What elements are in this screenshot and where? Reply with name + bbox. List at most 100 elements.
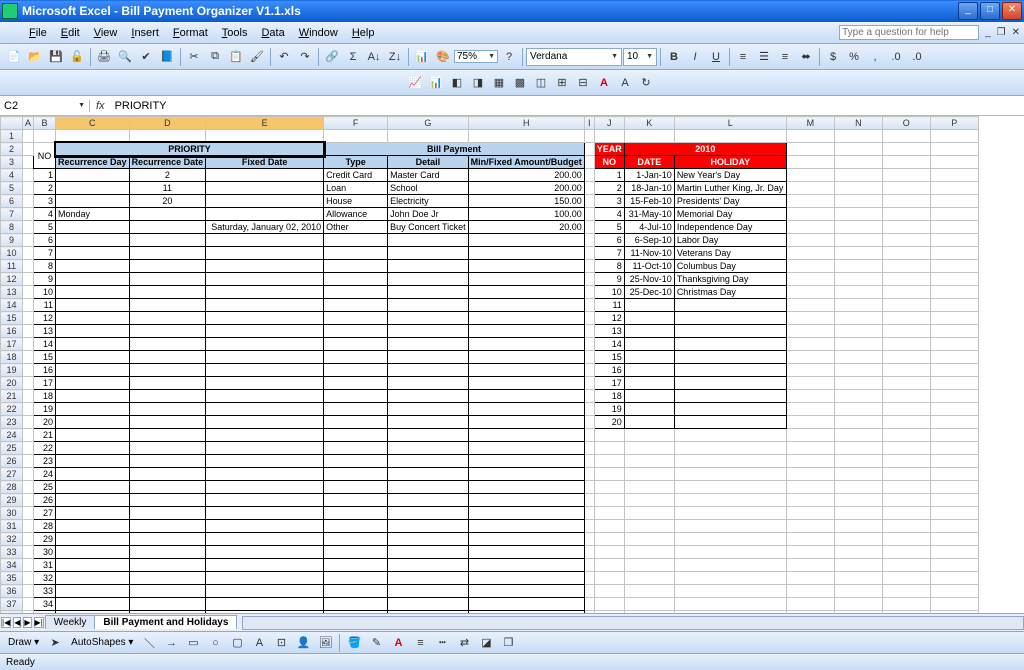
cell-r20-c9[interactable]: 17: [594, 377, 624, 390]
cell-r1-c5[interactable]: [324, 130, 388, 143]
cell-r1-c9[interactable]: [594, 130, 624, 143]
row-header-27[interactable]: 27: [1, 468, 23, 481]
cell-r27-c15[interactable]: [930, 468, 978, 481]
arrow-icon[interactable]: →: [161, 633, 181, 653]
cell-r22-c12[interactable]: [786, 403, 834, 416]
cell-r3-c8[interactable]: [584, 156, 594, 169]
row-header-1[interactable]: 1: [1, 130, 23, 143]
cell-r23-c12[interactable]: [786, 416, 834, 429]
cell-r21-c3[interactable]: [129, 390, 206, 403]
cell-r12-c2[interactable]: [56, 273, 130, 286]
cell-r17-c1[interactable]: 14: [34, 338, 56, 351]
cell-r22-c4[interactable]: [206, 403, 324, 416]
cell-r14-c13[interactable]: [834, 299, 882, 312]
cell-r38-c4[interactable]: [206, 611, 324, 614]
cell-r11-c13[interactable]: [834, 260, 882, 273]
cell-r14-c8[interactable]: [584, 299, 594, 312]
cell-r1-c11[interactable]: [674, 130, 786, 143]
cell-r33-c3[interactable]: [129, 546, 206, 559]
row-header-7[interactable]: 7: [1, 208, 23, 221]
cell-r4-c4[interactable]: [206, 169, 324, 182]
cell-r18-c8[interactable]: [584, 351, 594, 364]
cell-r2-c1[interactable]: NO: [34, 143, 56, 169]
cell-r16-c3[interactable]: [129, 325, 206, 338]
cell-r32-c1[interactable]: 29: [34, 533, 56, 546]
cell-r1-c4[interactable]: [206, 130, 324, 143]
cell-r20-c12[interactable]: [786, 377, 834, 390]
cell-r8-c3[interactable]: [129, 221, 206, 234]
cell-r4-c0[interactable]: [23, 169, 34, 182]
cell-r20-c5[interactable]: [324, 377, 388, 390]
cell-r34-c5[interactable]: [324, 559, 388, 572]
cell-r5-c0[interactable]: [23, 182, 34, 195]
shape4-icon[interactable]: ▩: [510, 73, 530, 93]
cell-r18-c14[interactable]: [882, 351, 930, 364]
cell-r23-c4[interactable]: [206, 416, 324, 429]
cell-r31-c2[interactable]: [56, 520, 130, 533]
cell-r34-c8[interactable]: [584, 559, 594, 572]
cell-r3-c10[interactable]: DATE: [624, 156, 674, 169]
help-search[interactable]: [839, 25, 979, 40]
cell-r7-c13[interactable]: [834, 208, 882, 221]
cell-r7-c15[interactable]: [930, 208, 978, 221]
cell-r17-c4[interactable]: [206, 338, 324, 351]
cell-r21-c10[interactable]: [624, 390, 674, 403]
menu-file[interactable]: File: [22, 25, 54, 41]
cell-r19-c1[interactable]: 16: [34, 364, 56, 377]
clipart-icon[interactable]: 👤: [293, 633, 313, 653]
cell-r8-c15[interactable]: [930, 221, 978, 234]
cell-r22-c10[interactable]: [624, 403, 674, 416]
font-color-icon[interactable]: A: [388, 633, 408, 653]
cell-r10-c8[interactable]: [584, 247, 594, 260]
cell-r16-c1[interactable]: 13: [34, 325, 56, 338]
cell-r10-c9[interactable]: 7: [594, 247, 624, 260]
cell-r30-c4[interactable]: [206, 507, 324, 520]
tab-nav-3[interactable]: ▶|: [34, 617, 44, 628]
cell-r22-c8[interactable]: [584, 403, 594, 416]
cell-r17-c0[interactable]: [23, 338, 34, 351]
cell-r36-c13[interactable]: [834, 585, 882, 598]
cell-r25-c6[interactable]: [388, 442, 469, 455]
cell-r30-c3[interactable]: [129, 507, 206, 520]
cell-r10-c1[interactable]: 7: [34, 247, 56, 260]
cell-r21-c5[interactable]: [324, 390, 388, 403]
cell-r28-c3[interactable]: [129, 481, 206, 494]
cell-r27-c12[interactable]: [786, 468, 834, 481]
cell-r26-c6[interactable]: [388, 455, 469, 468]
cell-r15-c12[interactable]: [786, 312, 834, 325]
cell-r18-c11[interactable]: [674, 351, 786, 364]
cell-r20-c4[interactable]: [206, 377, 324, 390]
cell-r12-c9[interactable]: 9: [594, 273, 624, 286]
cell-r18-c2[interactable]: [56, 351, 130, 364]
cell-r29-c14[interactable]: [882, 494, 930, 507]
menu-format[interactable]: Format: [166, 25, 215, 41]
textbox-icon[interactable]: ▢: [227, 633, 247, 653]
cell-r2-c15[interactable]: [930, 143, 978, 156]
cell-r27-c7[interactable]: [468, 468, 584, 481]
cell-r22-c11[interactable]: [674, 403, 786, 416]
line-icon[interactable]: ＼: [139, 633, 159, 653]
cell-r12-c1[interactable]: 9: [34, 273, 56, 286]
row-header-24[interactable]: 24: [1, 429, 23, 442]
cell-r14-c7[interactable]: [468, 299, 584, 312]
research-icon[interactable]: 📘: [157, 47, 177, 67]
cell-r12-c12[interactable]: [786, 273, 834, 286]
cell-r28-c6[interactable]: [388, 481, 469, 494]
cell-r12-c4[interactable]: [206, 273, 324, 286]
cell-r4-c13[interactable]: [834, 169, 882, 182]
cell-r23-c8[interactable]: [584, 416, 594, 429]
cell-r6-c9[interactable]: 3: [594, 195, 624, 208]
cell-r17-c10[interactable]: [624, 338, 674, 351]
cell-r23-c15[interactable]: [930, 416, 978, 429]
cell-r20-c2[interactable]: [56, 377, 130, 390]
cell-r8-c1[interactable]: 5: [34, 221, 56, 234]
cell-r5-c12[interactable]: [786, 182, 834, 195]
cell-r21-c8[interactable]: [584, 390, 594, 403]
cell-r15-c4[interactable]: [206, 312, 324, 325]
cell-r32-c0[interactable]: [23, 533, 34, 546]
merge-icon[interactable]: ⬌: [796, 47, 816, 67]
cell-r20-c11[interactable]: [674, 377, 786, 390]
cell-r24-c4[interactable]: [206, 429, 324, 442]
cell-r31-c3[interactable]: [129, 520, 206, 533]
cell-r18-c1[interactable]: 15: [34, 351, 56, 364]
